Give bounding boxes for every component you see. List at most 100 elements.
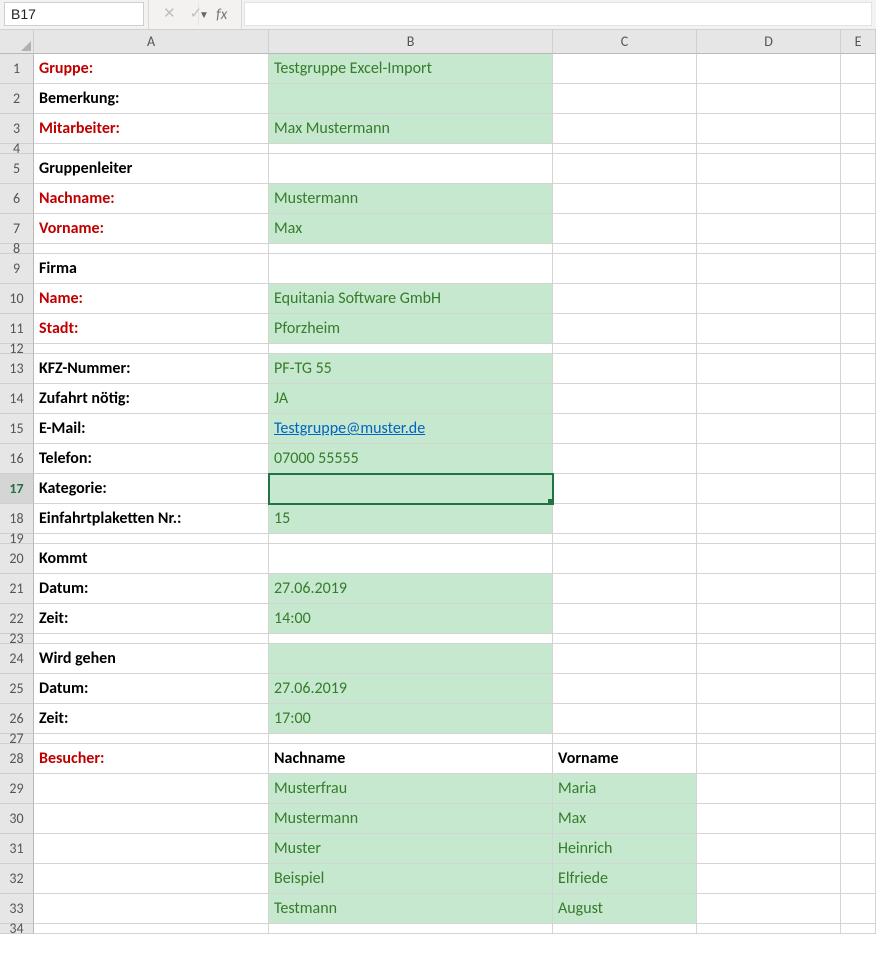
cell-C16[interactable] (553, 444, 697, 474)
cell-E27[interactable] (841, 734, 876, 744)
row-header-12[interactable]: 12 (0, 344, 34, 354)
cell-D25[interactable] (697, 674, 841, 704)
cell-A33[interactable] (34, 894, 269, 924)
row-header-13[interactable]: 13 (0, 354, 34, 384)
cell-A30[interactable] (34, 804, 269, 834)
cell-D13[interactable] (697, 354, 841, 384)
cell-B31[interactable]: Muster (269, 834, 553, 864)
cell-D2[interactable] (697, 84, 841, 114)
cell-E13[interactable] (841, 354, 876, 384)
cell-B25[interactable]: 27.06.2019 (269, 674, 553, 704)
cell-A1[interactable]: Gruppe: (34, 54, 269, 84)
cell-B3[interactable]: Max Mustermann (269, 114, 553, 144)
cell-D19[interactable] (697, 534, 841, 544)
cell-E29[interactable] (841, 774, 876, 804)
cell-D12[interactable] (697, 344, 841, 354)
cell-E11[interactable] (841, 314, 876, 344)
cell-C1[interactable] (553, 54, 697, 84)
cell-D7[interactable] (697, 214, 841, 244)
cell-C23[interactable] (553, 634, 697, 644)
cell-C5[interactable] (553, 154, 697, 184)
cell-D33[interactable] (697, 894, 841, 924)
cell-B26[interactable]: 17:00 (269, 704, 553, 734)
cell-E15[interactable] (841, 414, 876, 444)
cell-B8[interactable] (269, 244, 553, 254)
cell-D15[interactable] (697, 414, 841, 444)
cell-B6[interactable]: Mustermann (269, 184, 553, 214)
cell-A28[interactable]: Besucher: (34, 744, 269, 774)
cell-C14[interactable] (553, 384, 697, 414)
cell-C2[interactable] (553, 84, 697, 114)
cell-B24[interactable] (269, 644, 553, 674)
cell-C11[interactable] (553, 314, 697, 344)
cell-B21[interactable]: 27.06.2019 (269, 574, 553, 604)
cell-A31[interactable] (34, 834, 269, 864)
cell-A17[interactable]: Kategorie: (34, 474, 269, 504)
row-header-14[interactable]: 14 (0, 384, 34, 414)
cell-D14[interactable] (697, 384, 841, 414)
cell-B20[interactable] (269, 544, 553, 574)
cell-A29[interactable] (34, 774, 269, 804)
cell-B33[interactable]: Testmann (269, 894, 553, 924)
cell-D26[interactable] (697, 704, 841, 734)
cell-E3[interactable] (841, 114, 876, 144)
column-header-E[interactable]: E (841, 30, 876, 54)
cell-D8[interactable] (697, 244, 841, 254)
cell-D6[interactable] (697, 184, 841, 214)
cell-C9[interactable] (553, 254, 697, 284)
spreadsheet-grid[interactable]: ABCDE1Gruppe:Testgruppe Excel-Import2Bem… (0, 30, 876, 934)
cell-B14[interactable]: JA (269, 384, 553, 414)
cell-C18[interactable] (553, 504, 697, 534)
cell-B34[interactable] (269, 924, 553, 934)
row-header-20[interactable]: 20 (0, 544, 34, 574)
cell-B17[interactable] (269, 474, 553, 504)
cell-D24[interactable] (697, 644, 841, 674)
cell-B19[interactable] (269, 534, 553, 544)
cell-E4[interactable] (841, 144, 876, 154)
column-header-B[interactable]: B (269, 30, 553, 54)
cell-D10[interactable] (697, 284, 841, 314)
cell-B23[interactable] (269, 634, 553, 644)
cell-E8[interactable] (841, 244, 876, 254)
cell-A5[interactable]: Gruppenleiter (34, 154, 269, 184)
cell-B10[interactable]: Equitania Software GmbH (269, 284, 553, 314)
cell-A4[interactable] (34, 144, 269, 154)
cell-C21[interactable] (553, 574, 697, 604)
cell-E1[interactable] (841, 54, 876, 84)
cell-D21[interactable] (697, 574, 841, 604)
cell-E26[interactable] (841, 704, 876, 734)
cell-E25[interactable] (841, 674, 876, 704)
row-header-30[interactable]: 30 (0, 804, 34, 834)
cell-C22[interactable] (553, 604, 697, 634)
cell-A12[interactable] (34, 344, 269, 354)
row-header-23[interactable]: 23 (0, 634, 34, 644)
cell-A16[interactable]: Telefon: (34, 444, 269, 474)
cell-E2[interactable] (841, 84, 876, 114)
insert-function-button[interactable]: fx (216, 6, 227, 24)
cell-E6[interactable] (841, 184, 876, 214)
cell-B27[interactable] (269, 734, 553, 744)
cell-A15[interactable]: E-Mail: (34, 414, 269, 444)
cell-D23[interactable] (697, 634, 841, 644)
row-header-4[interactable]: 4 (0, 144, 34, 154)
cell-E22[interactable] (841, 604, 876, 634)
row-header-29[interactable]: 29 (0, 774, 34, 804)
cell-A20[interactable]: Kommt (34, 544, 269, 574)
row-header-24[interactable]: 24 (0, 644, 34, 674)
row-header-17[interactable]: 17 (0, 474, 34, 504)
row-header-2[interactable]: 2 (0, 84, 34, 114)
cell-A19[interactable] (34, 534, 269, 544)
cell-C33[interactable]: August (553, 894, 697, 924)
row-header-34[interactable]: 34 (0, 924, 34, 934)
cell-D34[interactable] (697, 924, 841, 934)
cell-E14[interactable] (841, 384, 876, 414)
cell-E5[interactable] (841, 154, 876, 184)
cell-E31[interactable] (841, 834, 876, 864)
cell-C20[interactable] (553, 544, 697, 574)
cell-E21[interactable] (841, 574, 876, 604)
cell-A14[interactable]: Zufahrt nötig: (34, 384, 269, 414)
cell-B15[interactable]: Testgruppe@muster.de (269, 414, 553, 444)
cell-A25[interactable]: Datum: (34, 674, 269, 704)
cell-A21[interactable]: Datum: (34, 574, 269, 604)
cell-E19[interactable] (841, 534, 876, 544)
